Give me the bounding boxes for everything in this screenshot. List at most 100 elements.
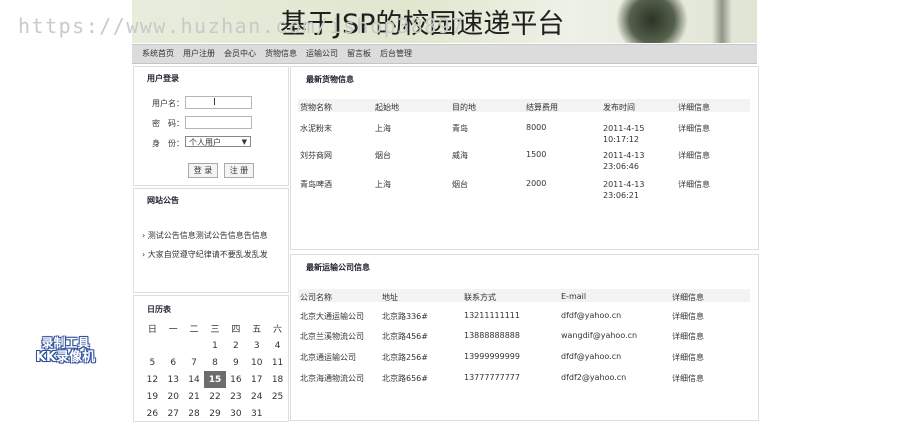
goods-cell: 威海 (452, 151, 468, 160)
company-cell: 北京海通物流公司 (300, 374, 364, 383)
company-cell: 北京路656# (382, 374, 428, 383)
detail-link[interactable]: 详细信息 (678, 150, 710, 161)
goods-header-cell: 结算费用 (526, 103, 558, 112)
calendar-day[interactable]: 3 (246, 337, 267, 354)
company-cell: 北京路456# (382, 332, 428, 341)
notice-panel: 网站公告 › 测试公告信息测试公告信息告信息 › 大家自觉遵守纪律请不要乱发乱发 (133, 188, 289, 293)
calendar-day[interactable]: 9 (226, 354, 247, 371)
notice-item-text: 测试公告信息测试公告信息告信息 (147, 231, 268, 240)
notice-item[interactable]: › 测试公告信息测试公告信息告信息 (142, 230, 268, 241)
goods-header-cell: 起始地 (375, 103, 399, 112)
calendar-day[interactable]: 15 (204, 371, 226, 388)
goods-title: 最新货物信息 (306, 75, 354, 84)
calendar-day[interactable]: 11 (267, 354, 288, 371)
calendar-day[interactable]: 19 (142, 388, 163, 405)
calendar-day[interactable]: 29 (204, 405, 225, 422)
company-cell: 北京通运输公司 (300, 353, 356, 362)
calendar-day[interactable]: 28 (184, 405, 205, 422)
goods-cell: 青岛 (452, 124, 468, 133)
calendar-day[interactable]: 4 (267, 337, 288, 354)
detail-link[interactable]: 详细信息 (672, 373, 704, 384)
goods-header-cell: 货物名称 (300, 103, 332, 112)
detail-link[interactable]: 详细信息 (678, 179, 710, 190)
goods-cell: 1500 (526, 150, 547, 159)
weekday-header: 五 (252, 325, 262, 335)
calendar-day[interactable]: 21 (184, 388, 205, 405)
notice-title: 网站公告 (147, 196, 179, 205)
calendar-day[interactable]: 30 (226, 405, 247, 422)
calendar-day[interactable]: 1 (204, 337, 225, 354)
company-cell: 北京路256# (382, 353, 428, 362)
nav-guestbook[interactable]: 留言板 (347, 45, 371, 63)
calendar-day[interactable]: 13 (163, 371, 184, 388)
company-cell: 北京路336# (382, 312, 428, 321)
companies-header-cell: 公司名称 (300, 293, 332, 302)
weekday-header: 日 (147, 325, 157, 335)
company-cell: 北京大通运输公司 (300, 312, 364, 321)
detail-link[interactable]: 详细信息 (672, 311, 704, 322)
calendar-day[interactable]: 8 (204, 354, 225, 371)
company-cell: dfdf2@yahoo.cn (561, 373, 627, 382)
calendar-day[interactable]: 6 (163, 354, 184, 371)
register-button[interactable]: 注 册 (224, 163, 254, 178)
nav-goods[interactable]: 货物信息 (265, 45, 297, 63)
goods-cell: 烟台 (375, 151, 391, 160)
companies-title: 最新运输公司信息 (306, 263, 370, 272)
nav-home[interactable]: 系统首页 (142, 45, 174, 63)
banner-brush-stroke (712, 0, 732, 43)
calendar-day[interactable]: 7 (184, 354, 205, 371)
company-cell: 13777777777 (464, 373, 520, 382)
companies-header-cell: 联系方式 (464, 293, 496, 302)
weekday-header: 一 (168, 325, 178, 335)
text-cursor-icon: I (213, 97, 216, 108)
nav-member-center[interactable]: 会员中心 (224, 45, 256, 63)
calendar-day[interactable]: 20 (163, 388, 184, 405)
calendar-day[interactable]: 2 (226, 337, 247, 354)
calendar-day[interactable]: 27 (163, 405, 184, 422)
goods-cell: 水泥粉末 (300, 124, 332, 133)
calendar-day[interactable]: 16 (226, 371, 247, 388)
password-label: 密 码： (152, 119, 184, 128)
role-select-value: 个人用户 (189, 138, 221, 147)
calendar-day[interactable]: 17 (246, 371, 267, 388)
calendar-day[interactable]: 31 (246, 405, 267, 422)
bullet-arrow-icon: › (142, 231, 146, 240)
calendar-day[interactable]: 12 (142, 371, 163, 388)
calendar-day[interactable]: 24 (246, 388, 267, 405)
company-cell: 13888888888 (464, 331, 520, 340)
recorder-logo-line2: KK录像机 (35, 350, 96, 365)
calendar-day (163, 337, 184, 354)
role-select[interactable]: 个人用户 ▼ (185, 136, 251, 147)
calendar-day[interactable]: 22 (204, 388, 225, 405)
calendar-day[interactable]: 10 (246, 354, 267, 371)
login-button[interactable]: 登 录 (188, 163, 218, 178)
calendar-day[interactable]: 26 (142, 405, 163, 422)
nav-register[interactable]: 用户注册 (183, 45, 215, 63)
goods-header-cell: 发布时间 (603, 103, 635, 112)
goods-cell: 2011-4-13 23:06:46 (603, 151, 645, 171)
companies-header-cell: 地址 (382, 293, 398, 302)
username-label: 用户名： (152, 99, 184, 108)
banner-ink-art (612, 0, 692, 43)
username-input[interactable]: I (185, 96, 252, 109)
calendar-day[interactable]: 23 (226, 388, 247, 405)
notice-item[interactable]: › 大家自觉遵守纪律请不要乱发乱发 (142, 249, 268, 260)
calendar-day[interactable]: 14 (184, 371, 205, 388)
detail-link[interactable]: 详细信息 (672, 331, 704, 342)
detail-link[interactable]: 详细信息 (672, 352, 704, 363)
calendar-day[interactable]: 18 (267, 371, 288, 388)
calendar-day[interactable]: 5 (142, 354, 163, 371)
goods-cell: 2011-4-13 23:06:21 (603, 180, 645, 200)
companies-panel: 最新运输公司信息 公司名称 地址 联系方式 E-mail 详细信息 北京大通运输公司 北京路… (290, 254, 759, 421)
nav-transport-companies[interactable]: 运输公司 (306, 45, 338, 63)
calendar-day[interactable]: 25 (267, 388, 288, 405)
notice-item-text: 大家自觉遵守纪律请不要乱发乱发 (147, 250, 268, 259)
password-input[interactable] (185, 116, 252, 129)
company-cell: 13211111111 (464, 311, 520, 320)
weekday-header: 三 (210, 325, 220, 335)
nav-admin[interactable]: 后台管理 (380, 45, 412, 63)
companies-header-cell: E-mail (561, 292, 587, 301)
detail-link[interactable]: 详细信息 (678, 123, 710, 134)
goods-panel: 最新货物信息 货物名称 起始地 目的地 结算费用 发布时间 详细信息 水泥粉末 上海 青岛 800… (290, 66, 759, 250)
companies-header-cell: 详细信息 (672, 293, 704, 302)
